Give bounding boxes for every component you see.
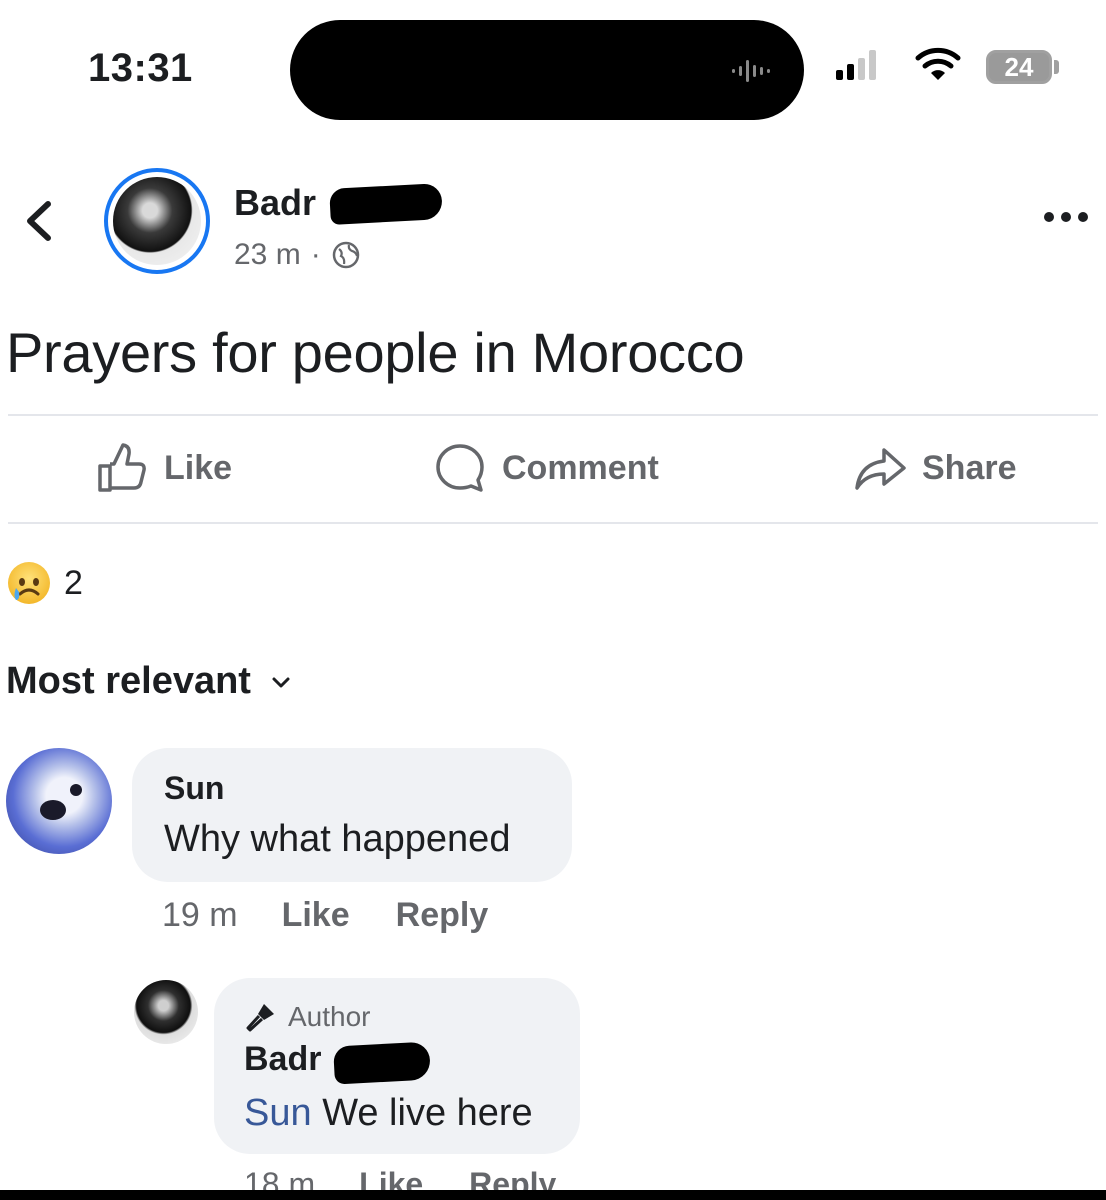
comment-button[interactable]: Comment: [432, 440, 659, 496]
wifi-icon: [915, 47, 961, 80]
like-label: Like: [164, 448, 233, 487]
dynamic-island: [290, 20, 804, 120]
redaction-mark: [333, 1041, 431, 1085]
comment-like-button[interactable]: Like: [282, 896, 350, 935]
comments-sort-dropdown[interactable]: Most relevant: [6, 660, 293, 703]
redaction-mark: [329, 183, 443, 225]
battery-cap: [1054, 60, 1059, 74]
more-options-icon[interactable]: [1044, 212, 1088, 222]
globe-icon: [332, 241, 359, 269]
bottom-bar: [0, 1190, 1106, 1200]
comment-author-name[interactable]: Sun: [164, 770, 224, 807]
reply-body: We live here: [322, 1092, 533, 1134]
divider: [8, 414, 1098, 416]
comment-label: Comment: [502, 448, 659, 487]
comment-bubble-icon: [436, 444, 484, 492]
share-label: Share: [922, 448, 1017, 487]
reply-author-avatar[interactable]: [134, 980, 198, 1044]
battery-level: 24: [1004, 51, 1034, 82]
reaction-count: 2: [64, 563, 83, 602]
back-chevron-icon[interactable]: [20, 196, 56, 246]
comment-bubble: [132, 748, 572, 882]
audio-wave-icon: [732, 60, 770, 82]
cellular-signal-icon: [836, 48, 876, 80]
share-arrow-icon: [855, 448, 906, 490]
sort-label: Most relevant: [6, 660, 251, 702]
comment-reply-button[interactable]: Reply: [396, 896, 489, 935]
like-button[interactable]: Like: [94, 440, 232, 496]
divider: [8, 522, 1098, 524]
author-badge: Author: [244, 1000, 371, 1034]
reaction-summary[interactable]: 2: [6, 560, 83, 606]
post-author-name[interactable]: Badr: [234, 182, 316, 224]
author-badge-label: Author: [288, 1001, 371, 1032]
post-meta: 23 m ·: [234, 238, 361, 272]
reply-mention-link[interactable]: Sun: [244, 1092, 312, 1134]
battery-icon: 24: [986, 50, 1052, 84]
comment-actions: 19 m Like Reply: [162, 896, 534, 935]
meta-separator: ·: [310, 238, 321, 271]
reply-author-name[interactable]: Badr: [244, 1040, 321, 1079]
microphone-icon: [246, 1004, 274, 1032]
comment-time: 19 m: [162, 896, 238, 934]
post-body-text: Prayers for people in Morocco: [6, 321, 745, 384]
commenter-avatar[interactable]: [6, 748, 112, 854]
thumbs-up-icon: [98, 443, 146, 492]
reply-text: Sun We live here: [244, 1092, 533, 1135]
comment-text: Why what happened: [164, 818, 511, 860]
post-time[interactable]: 23 m: [234, 238, 301, 272]
sad-reaction-icon: [8, 562, 50, 604]
chevron-down-icon: [272, 677, 290, 687]
status-time: 13:31: [88, 46, 193, 90]
author-avatar[interactable]: [104, 168, 210, 274]
share-button[interactable]: Share: [852, 440, 1017, 496]
